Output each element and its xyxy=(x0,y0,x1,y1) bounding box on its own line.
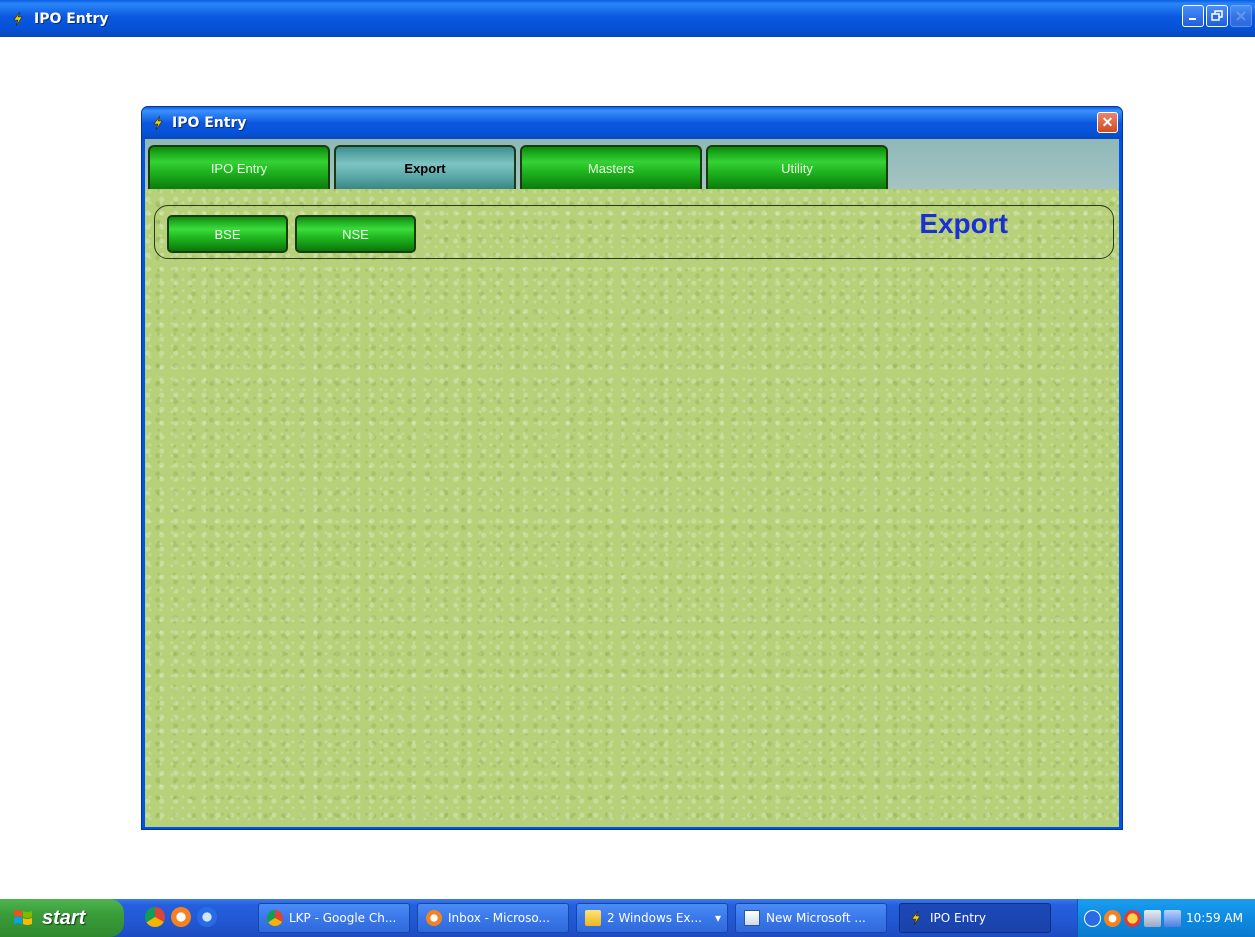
export-button-group: BSE NSE Export xyxy=(154,205,1114,259)
start-label: start xyxy=(42,906,86,929)
tab-label: Export xyxy=(404,160,446,176)
task-ipo-entry[interactable]: IPO Entry xyxy=(899,903,1051,933)
chrome-icon[interactable] xyxy=(145,907,165,927)
chrome-icon xyxy=(267,910,283,926)
restore-button[interactable] xyxy=(1206,5,1228,27)
taskbar: start LKP - Google Ch... Inbox - Microso… xyxy=(0,899,1255,937)
messenger-icon[interactable] xyxy=(1124,909,1141,927)
tab-label: IPO Entry xyxy=(210,160,268,176)
outlook-icon xyxy=(426,910,442,926)
nse-button-label: NSE xyxy=(342,226,369,242)
outlook-icon[interactable] xyxy=(1104,909,1121,927)
quick-launch xyxy=(145,907,217,927)
close-icon xyxy=(1236,11,1246,21)
task-chrome[interactable]: LKP - Google Ch... xyxy=(258,903,410,933)
lightning-icon xyxy=(153,115,163,131)
app-title: IPO Entry xyxy=(34,10,109,27)
lightning-icon xyxy=(13,11,23,26)
tab-ipo-entry[interactable]: IPO Entry xyxy=(148,145,330,189)
task-label: New Microsoft ... xyxy=(766,911,866,925)
browser-icon[interactable] xyxy=(197,907,217,927)
minimize-button[interactable] xyxy=(1182,5,1204,27)
minimize-icon xyxy=(1189,18,1196,20)
restore-icon xyxy=(1211,10,1223,21)
export-tab-panel xyxy=(145,189,1119,827)
word-icon xyxy=(744,910,760,926)
task-word[interactable]: New Microsoft ... xyxy=(735,903,887,933)
app-titlebar: IPO Entry xyxy=(0,0,1255,37)
dialog-close-button[interactable]: ✕ xyxy=(1097,112,1118,133)
panel-heading: Export xyxy=(919,208,1008,239)
start-button[interactable]: start xyxy=(0,899,124,937)
close-button[interactable] xyxy=(1230,5,1252,27)
arrow-icon[interactable] xyxy=(1084,909,1101,927)
lightning-icon xyxy=(911,910,921,926)
chevron-down-icon: ▾ xyxy=(714,911,721,925)
bse-button-label: BSE xyxy=(214,226,241,242)
network-icon[interactable] xyxy=(1144,909,1161,927)
tab-label: Masters xyxy=(587,160,635,176)
dialog-title: IPO Entry xyxy=(172,115,247,131)
task-label: Inbox - Microso... xyxy=(448,911,550,925)
dialog-titlebar[interactable]: IPO Entry ✕ xyxy=(142,107,1122,139)
clock: 10:59 AM xyxy=(1186,911,1243,925)
task-windows-explorer[interactable]: 2 Windows Ex... ▾ xyxy=(576,903,728,933)
dialog-body: IPO Entry Export Masters Utility BSE NSE… xyxy=(145,139,1119,827)
task-label: 2 Windows Ex... xyxy=(607,911,702,925)
close-icon: ✕ xyxy=(1101,114,1114,130)
task-label: IPO Entry xyxy=(930,911,986,925)
tab-masters[interactable]: Masters xyxy=(520,145,702,189)
display-icon[interactable] xyxy=(1164,909,1181,927)
nse-button[interactable]: NSE xyxy=(295,215,416,253)
tab-export[interactable]: Export xyxy=(334,145,516,189)
tab-label: Utility xyxy=(781,160,813,176)
windows-logo-icon xyxy=(14,910,32,925)
task-outlook[interactable]: Inbox - Microso... xyxy=(417,903,569,933)
system-tray: 10:59 AM xyxy=(1077,899,1255,937)
folder-icon xyxy=(585,910,601,926)
tab-strip: IPO Entry Export Masters Utility xyxy=(145,139,1119,189)
ipo-entry-dialog: IPO Entry ✕ IPO Entry Export Masters Uti… xyxy=(141,106,1123,830)
task-label: LKP - Google Ch... xyxy=(289,911,397,925)
tab-utility[interactable]: Utility xyxy=(706,145,888,189)
outlook-icon[interactable] xyxy=(171,907,191,927)
bse-button[interactable]: BSE xyxy=(167,215,288,253)
